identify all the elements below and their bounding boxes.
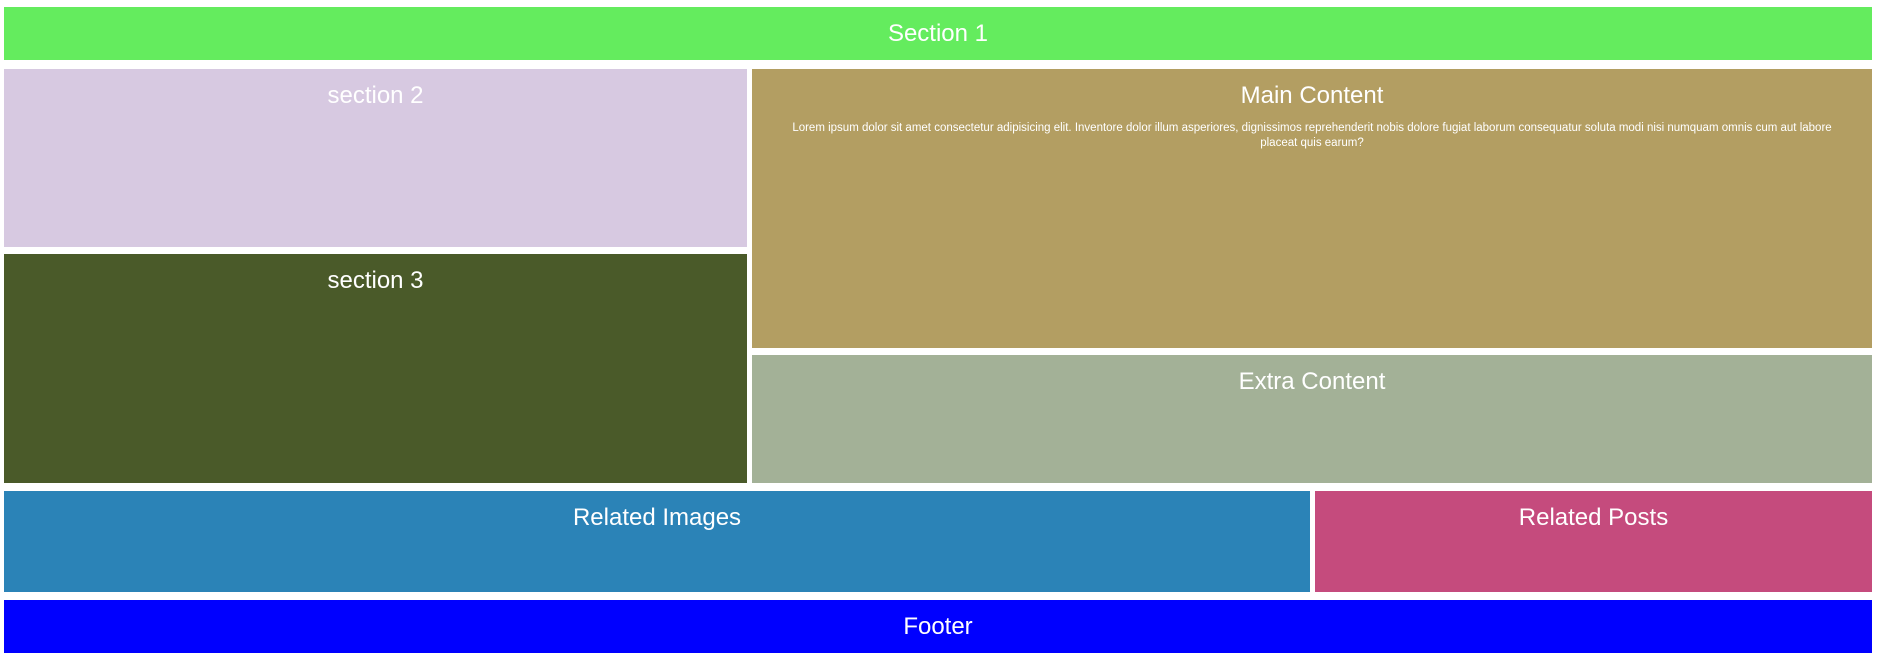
related-posts: Related Posts bbox=[1315, 491, 1872, 592]
section-2: section 2 bbox=[4, 69, 747, 247]
extra-content: Extra Content bbox=[752, 355, 1872, 483]
footer: Footer bbox=[4, 600, 1872, 653]
main-content-title: Main Content bbox=[1240, 82, 1384, 109]
section-2-title: section 2 bbox=[327, 82, 424, 109]
main-content: Main Content Lorem ipsum dolor sit amet … bbox=[752, 69, 1872, 348]
related-posts-title: Related Posts bbox=[1518, 504, 1669, 531]
section-1: Section 1 bbox=[4, 7, 1872, 60]
section-3: section 3 bbox=[4, 254, 747, 483]
section-1-title: Section 1 bbox=[887, 20, 989, 47]
related-images-title: Related Images bbox=[572, 504, 742, 531]
extra-content-title: Extra Content bbox=[1238, 368, 1386, 395]
related-images: Related Images bbox=[4, 491, 1310, 592]
footer-title: Footer bbox=[903, 613, 973, 640]
main-content-body: Lorem ipsum dolor sit amet consectetur a… bbox=[792, 122, 1832, 149]
page-grid: Section 1 section 2 section 3 Main Conte… bbox=[0, 0, 1880, 657]
section-3-title: section 3 bbox=[327, 267, 424, 294]
